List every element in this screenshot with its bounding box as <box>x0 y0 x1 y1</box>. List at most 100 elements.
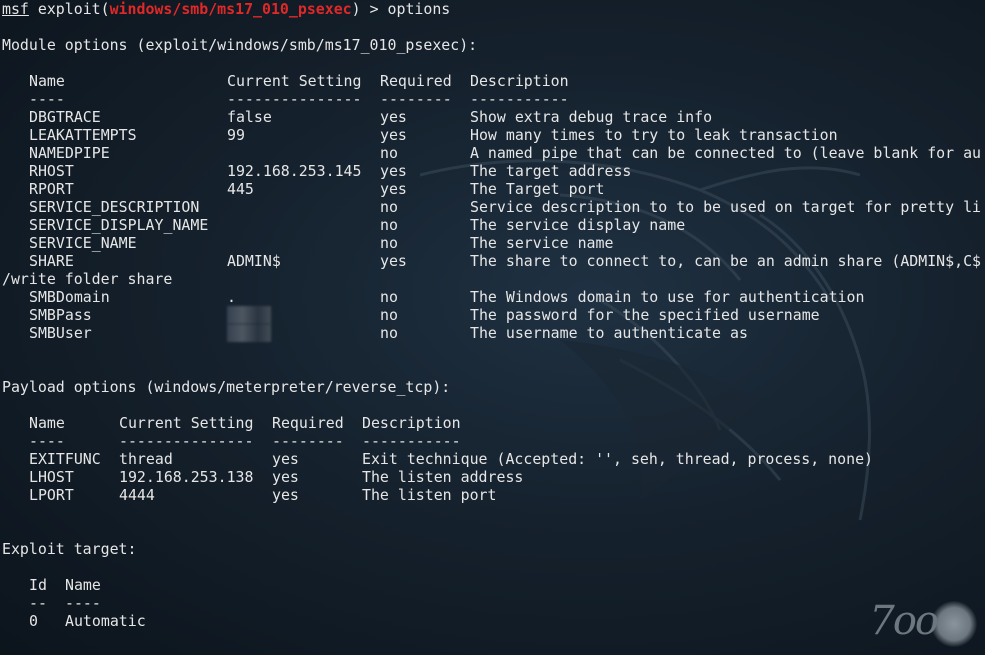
table-row: RHOST 192.168.253.145 yes The target add… <box>2 162 985 180</box>
terminal-output: msf exploit(windows/smb/ms17_010_psexec)… <box>2 0 985 655</box>
option-name: LPORT <box>29 486 74 504</box>
option-setting: false <box>227 108 272 126</box>
option-description: How many times to try to leak transactio… <box>470 126 838 144</box>
option-description: The password for the specified username <box>470 306 820 324</box>
table-row: NAMEDPIPE no A named pipe that can be co… <box>2 144 985 162</box>
table-row: LEAKATTEMPTS 99 yes How many times to tr… <box>2 126 985 144</box>
col-description-header: Description <box>470 72 569 90</box>
site-logo: 7oo <box>869 598 977 647</box>
option-name: SMBPass <box>29 306 92 324</box>
col-setting-header: Current Setting <box>119 414 254 432</box>
option-name: RPORT <box>29 180 74 198</box>
table-row: SERVICE_NAME no The service name <box>2 234 985 252</box>
table-row: RPORT 445 yes The Target port <box>2 180 985 198</box>
exploit-target-column-headers: Id Name <box>2 576 985 594</box>
table-row: SERVICE_DISPLAY_NAME no The service disp… <box>2 216 985 234</box>
option-description: The service display name <box>470 216 686 234</box>
col-name-header: Name <box>29 72 65 90</box>
table-row: SERVICE_DESCRIPTION no Service descripti… <box>2 198 985 216</box>
redacted-username-value <box>227 324 271 342</box>
option-required: yes <box>380 162 407 180</box>
target-name: Automatic <box>65 612 146 630</box>
option-setting: thread <box>119 450 173 468</box>
option-required: yes <box>380 108 407 126</box>
payload-options-header: Payload options (windows/meterpreter/rev… <box>2 378 451 396</box>
option-description: Exit technique (Accepted: '', seh, threa… <box>362 450 874 468</box>
option-description: The listen port <box>362 486 497 504</box>
option-name: EXITFUNC <box>29 450 101 468</box>
option-required: no <box>380 288 398 306</box>
option-required: yes <box>380 180 407 198</box>
table-row: SHARE ADMIN$ yes The share to connect to… <box>2 252 985 270</box>
logo-text: 7oo <box>869 598 939 644</box>
dash-id: -- <box>29 594 47 612</box>
option-required: no <box>380 216 398 234</box>
col-setting-header: Current Setting <box>227 72 362 90</box>
option-name: NAMEDPIPE <box>29 144 110 162</box>
dash-name: ---- <box>29 90 65 108</box>
option-description: The service name <box>470 234 614 252</box>
command-prompt-line: msf exploit(windows/smb/ms17_010_psexec)… <box>2 0 450 18</box>
dash-setting: --------------- <box>227 90 362 108</box>
table-row: LPORT 4444 yes The listen port <box>2 486 985 504</box>
table-row: 0 Automatic <box>2 612 985 630</box>
option-description: Show extra debug trace info <box>470 108 713 126</box>
option-required: yes <box>272 468 299 486</box>
option-required: yes <box>272 486 299 504</box>
option-description: The share to connect to, can be an admin… <box>470 252 982 270</box>
exploit-target-header: Exploit target: <box>2 540 137 558</box>
target-id: 0 <box>29 612 38 630</box>
option-setting: . <box>227 288 236 306</box>
table-row: DBGTRACE false yes Show extra debug trac… <box>2 108 985 126</box>
table-row: SMBUser no The username to authenticate … <box>2 324 985 342</box>
option-setting: 192.168.253.138 <box>119 468 254 486</box>
dash-required: -------- <box>272 432 344 450</box>
command-prefix: exploit( <box>28 0 110 18</box>
option-setting: 99 <box>227 126 245 144</box>
option-name: SMBUser <box>29 324 92 342</box>
redacted-password-value <box>227 306 271 324</box>
option-name: LHOST <box>29 468 74 486</box>
option-required: yes <box>272 450 299 468</box>
wrapped-description-line: /write folder share <box>2 270 173 288</box>
option-required: no <box>380 306 398 324</box>
module-options-header: Module options (exploit/windows/smb/ms17… <box>2 36 478 54</box>
dash-name: ---- <box>29 432 65 450</box>
col-name-header: Name <box>65 576 101 594</box>
dash-required: -------- <box>380 90 452 108</box>
module-options-dashes: ---- --------------- -------- ----------… <box>2 90 985 108</box>
option-setting: ADMIN$ <box>227 252 281 270</box>
table-row: SMBDomain . no The Windows domain to use… <box>2 288 985 306</box>
option-name: RHOST <box>29 162 74 180</box>
ink-splat-icon <box>931 601 977 647</box>
module-options-column-headers: Name Current Setting Required Descriptio… <box>2 72 985 90</box>
table-row: SMBPass no The password for the specifie… <box>2 306 985 324</box>
col-required-header: Required <box>272 414 344 432</box>
command-suffix: ) > options <box>351 0 451 18</box>
option-required: yes <box>380 252 407 270</box>
option-name: DBGTRACE <box>29 108 101 126</box>
option-name: SERVICE_DISPLAY_NAME <box>29 216 209 234</box>
msf-prompt: msf <box>2 0 29 18</box>
option-name: SERVICE_DESCRIPTION <box>29 198 200 216</box>
option-required: no <box>380 324 398 342</box>
option-required: no <box>380 198 398 216</box>
option-setting: 445 <box>227 180 254 198</box>
col-description-header: Description <box>362 414 461 432</box>
option-required: no <box>380 144 398 162</box>
option-name: SERVICE_NAME <box>29 234 137 252</box>
table-row: LHOST 192.168.253.138 yes The listen add… <box>2 468 985 486</box>
option-description: The Target port <box>470 180 605 198</box>
option-description: Service description to to be used on tar… <box>470 198 982 216</box>
option-name: SHARE <box>29 252 74 270</box>
option-setting: 4444 <box>119 486 155 504</box>
option-description: The target address <box>470 162 632 180</box>
option-description: The Windows domain to use for authentica… <box>470 288 865 306</box>
col-id-header: Id <box>29 576 47 594</box>
dash-setting: --------------- <box>119 432 254 450</box>
col-required-header: Required <box>380 72 452 90</box>
payload-options-dashes: ---- --------------- -------- ----------… <box>2 432 985 450</box>
option-required: no <box>380 234 398 252</box>
dash-name: ---- <box>65 594 101 612</box>
exploit-target-dashes: -- ---- <box>2 594 985 612</box>
